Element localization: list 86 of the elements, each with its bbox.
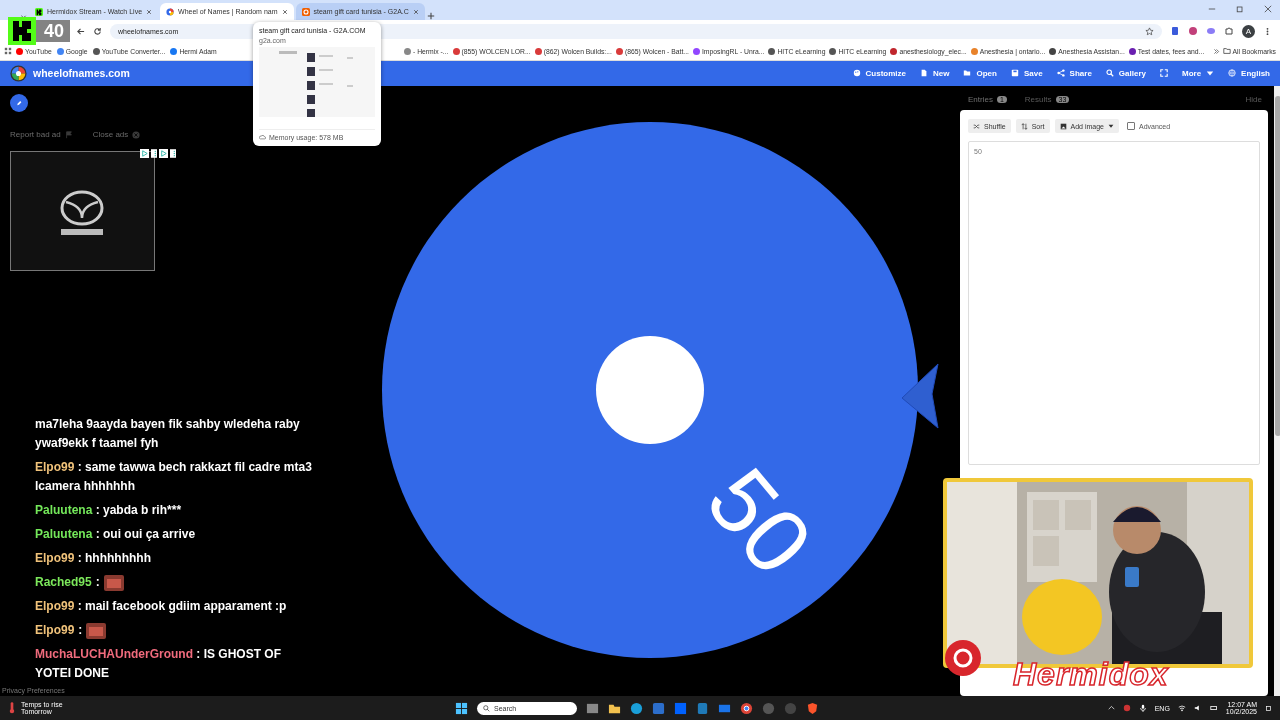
chat-username: Elpo99 <box>35 622 75 639</box>
search-icon <box>1105 69 1114 77</box>
chat-separator: : <box>95 574 100 591</box>
fullscreen-icon <box>1160 69 1168 77</box>
app-icon[interactable] <box>696 701 709 715</box>
globe-icon <box>1228 69 1237 77</box>
restore-icon[interactable] <box>1236 5 1244 13</box>
chat-message: Paluutena : oui oui ça arrive <box>35 526 197 543</box>
file-icon <box>920 69 928 77</box>
wifi-icon[interactable] <box>1177 704 1186 712</box>
pointer-icon <box>901 363 939 429</box>
folder-icon <box>1222 47 1231 55</box>
back-icon[interactable] <box>76 26 85 36</box>
gallery-button[interactable]: Gallery <box>1105 68 1146 78</box>
customize-button[interactable]: Customize <box>852 68 906 78</box>
report-ad-link[interactable]: Report bad ad <box>10 130 73 139</box>
caret-icon <box>1206 69 1215 77</box>
viewer-count: 40 <box>44 20 65 42</box>
calendar-icon[interactable] <box>652 701 665 715</box>
tab-search-icon[interactable] <box>20 13 27 20</box>
volume-icon[interactable] <box>1193 704 1202 712</box>
chat-username: Rached95 <box>35 574 92 591</box>
store-icon <box>301 7 310 16</box>
language-button[interactable]: English <box>1228 68 1270 78</box>
chat-message: Elpo99 : same tawwa bech rakkazt fil cadre mta3 lcamera hhhhhhh <box>35 459 313 495</box>
close-icon[interactable] <box>281 8 288 15</box>
chat-message: MuchaLUCHAUnderGround : IS GHOST OF YOTEI DONE <box>35 646 282 682</box>
wheel-icon <box>166 7 175 16</box>
share-button[interactable]: Share <box>1056 68 1092 78</box>
profile-avatar[interactable]: A <box>1242 24 1255 38</box>
memory-icon <box>259 134 266 141</box>
shuffle-icon <box>973 122 980 130</box>
close-icon[interactable] <box>146 8 153 15</box>
scrollbar[interactable] <box>1275 96 1280 436</box>
chat-separator: : <box>78 622 83 639</box>
chat-message: Paluutena : yabda b rih*** <box>35 502 183 519</box>
save-button[interactable]: Save <box>1010 68 1043 78</box>
stream-icon <box>35 7 43 16</box>
caret-icon <box>1108 123 1114 129</box>
shield-icon[interactable] <box>806 701 819 715</box>
search-icon <box>483 704 490 712</box>
reload-icon[interactable] <box>93 26 102 36</box>
chat-message: ma7leha 9aayda bayen fik sahby wledeha raby ywaf9ekk f taamel fyh <box>35 416 301 452</box>
flag-icon <box>64 130 73 139</box>
close-icon[interactable] <box>1264 5 1272 13</box>
new-button[interactable]: New <box>920 68 950 78</box>
close-icon[interactable] <box>412 8 419 15</box>
wheel-label: 50 <box>688 449 832 594</box>
image-icon <box>1059 122 1067 130</box>
save-icon <box>1010 69 1019 77</box>
new-tab-icon[interactable] <box>426 12 435 20</box>
checkbox[interactable] <box>1127 122 1135 130</box>
site-title[interactable]: wheelofnames.com <box>33 67 130 79</box>
chevron-icon[interactable] <box>1212 47 1220 55</box>
chevron-up-icon[interactable] <box>1107 704 1115 712</box>
app-icon[interactable] <box>762 701 775 715</box>
fullscreen-button[interactable] <box>1160 68 1168 78</box>
folder-icon <box>963 69 972 77</box>
thermometer-icon <box>8 702 16 714</box>
app-icon[interactable] <box>1122 704 1131 712</box>
puzzle-icon[interactable] <box>1224 26 1234 36</box>
stream-logo-icon <box>8 17 36 45</box>
share-icon <box>1056 69 1065 77</box>
palette-icon <box>852 69 861 77</box>
wheel-hub[interactable] <box>596 336 704 444</box>
close-icon <box>132 130 141 139</box>
chrome-icon[interactable] <box>740 701 753 715</box>
more-menu[interactable]: More <box>1182 68 1215 78</box>
box-icon[interactable] <box>674 701 687 715</box>
browser-icon[interactable] <box>630 701 643 715</box>
microphone-icon[interactable] <box>1138 704 1147 712</box>
apps-icon[interactable] <box>4 47 12 55</box>
start-icon[interactable] <box>455 701 468 715</box>
edit-button[interactable] <box>10 94 28 112</box>
star-icon[interactable] <box>1145 26 1154 36</box>
window-icon[interactable] <box>586 701 599 715</box>
sort-icon <box>1020 122 1028 130</box>
notification-icon[interactable] <box>1265 704 1272 712</box>
wheel-segment[interactable] <box>382 122 918 658</box>
open-button[interactable]: Open <box>963 68 997 78</box>
pencil-icon <box>16 98 22 108</box>
chat-message: Elpo99 : mail facebook gdiim apparament :p <box>35 598 288 615</box>
battery-icon[interactable] <box>1209 704 1218 712</box>
chat-message: Elpo99 : hhhhhhhhh <box>35 550 152 567</box>
close-ads-link[interactable]: Close ads <box>92 130 141 139</box>
wheel-logo-icon <box>10 64 27 82</box>
